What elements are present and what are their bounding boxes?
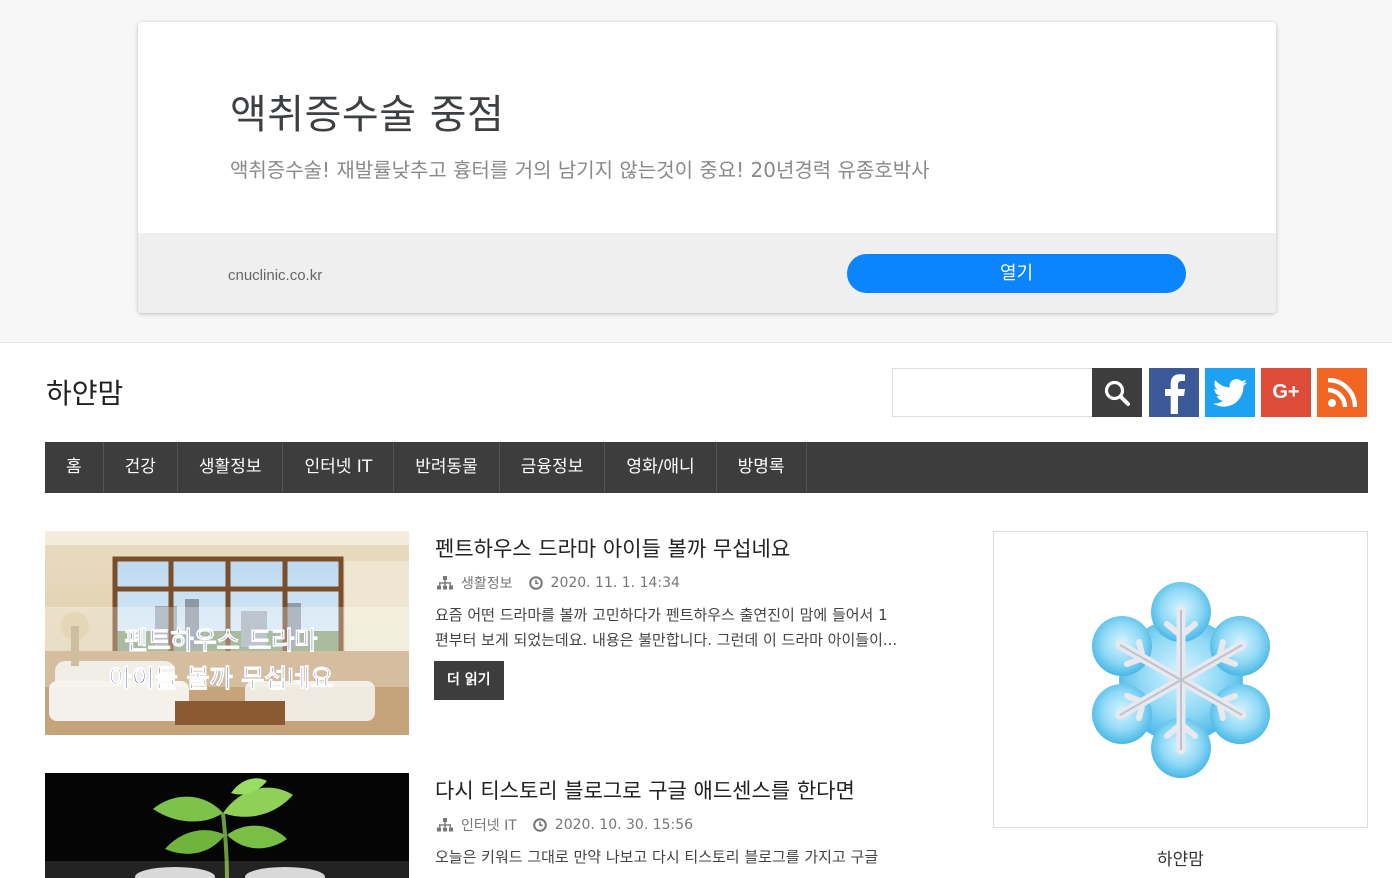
ad-card[interactable]: 액취증수술 중점 액취증수술! 재발률낮추고 흉터를 거의 남기지 않는것이 중… (138, 22, 1276, 313)
nav-item-pets[interactable]: 반려동물 (394, 442, 500, 493)
nav-item-home[interactable]: 홈 (45, 442, 104, 493)
ad-open-button[interactable]: 열기 (847, 254, 1186, 293)
excerpt-line: 편부터 보게 되었는데요. 내용은 불만합니다. 그런데 이 드라마 아이들이.… (435, 631, 898, 649)
seedling-image (45, 773, 409, 878)
ad-description[interactable]: 액취증수술! 재발률낮추고 흉터를 거의 남기지 않는것이 중요! 20년경력 … (230, 154, 930, 183)
nav-item-life-info[interactable]: 생활정보 (178, 442, 284, 493)
post-excerpt: 요즘 어떤 드라마를 볼까 고민하다가 펜트하우스 출연진이 맘에 들어서 1 … (435, 603, 955, 653)
nav-item-finance[interactable]: 금융정보 (500, 442, 606, 493)
living-room-image: 펜트하우스 드라마 아이들 볼까 무섭네요 (45, 531, 409, 735)
google-plus-icon: G+ (1272, 381, 1300, 403)
ad-title[interactable]: 액취증수술 중점 (230, 82, 504, 140)
profile-image-box[interactable] (993, 531, 1368, 828)
post-date: 2020. 11. 1. 14:34 (550, 575, 680, 591)
clock-icon (532, 818, 547, 832)
clock-icon (528, 576, 543, 590)
post-meta: 생활정보 2020. 11. 1. 14:34 (437, 573, 680, 593)
rss-button[interactable] (1317, 368, 1367, 417)
category-icon (437, 818, 453, 832)
snowflake-icon (1091, 581, 1270, 778)
post-thumbnail[interactable]: 펜트하우스 드라마 아이들 볼까 무섭네요 (45, 531, 409, 735)
thumb-caption-line1: 펜트하우스 드라마 (125, 626, 318, 655)
post-title[interactable]: 펜트하우스 드라마 아이들 볼까 무섭네요 (435, 533, 790, 563)
twitter-button[interactable] (1205, 368, 1255, 417)
search-icon (1104, 380, 1130, 406)
ad-banner: 액취증수술 중점 액취증수술! 재발률낮추고 흉터를 거의 남기지 않는것이 중… (0, 0, 1392, 343)
post-meta: 인터넷 IT 2020. 10. 30. 15:56 (437, 815, 693, 835)
excerpt-line: 요즘 어떤 드라마를 볼까 고민하다가 펜트하우스 출연진이 맘에 들어서 1 (435, 606, 888, 624)
thumb-caption-line2: 아이들 볼까 무섭네요 (109, 664, 333, 693)
post-thumbnail[interactable] (45, 773, 409, 878)
facebook-icon (1165, 373, 1185, 414)
post-item: 펜트하우스 드라마 아이들 볼까 무섭네요 펜트하우스 드라마 아이들 볼까 무… (45, 531, 965, 736)
read-more-button[interactable]: 더 읽기 (434, 661, 504, 700)
search-input[interactable] (892, 368, 1092, 417)
twitter-icon (1213, 378, 1247, 407)
post-category[interactable]: 인터넷 IT (461, 815, 517, 835)
post-category[interactable]: 생활정보 (461, 573, 513, 593)
rss-icon (1327, 377, 1357, 407)
nav-item-health[interactable]: 건강 (104, 442, 178, 493)
main-nav: 홈 건강 생활정보 인터넷 IT 반려동물 금융정보 영화/애니 방명록 (45, 442, 1368, 493)
excerpt-line: 오늘은 키워드 그대로 만약 나보고 다시 티스토리 블로그를 가지고 구글 (435, 848, 879, 866)
post-item: 다시 티스토리 블로그로 구글 애드센스를 한다면 인터넷 IT 2020. 1… (45, 773, 965, 878)
facebook-button[interactable] (1149, 368, 1199, 417)
nav-item-internet-it[interactable]: 인터넷 IT (283, 442, 395, 493)
ad-url[interactable]: cnuclinic.co.kr (228, 267, 322, 284)
google-plus-button[interactable]: G+ (1261, 368, 1311, 417)
search-button[interactable] (1092, 368, 1142, 417)
nav-item-movies[interactable]: 영화/애니 (605, 442, 717, 493)
post-excerpt: 오늘은 키워드 그대로 만약 나보고 다시 티스토리 블로그를 가지고 구글 (435, 845, 955, 870)
post-date: 2020. 10. 30. 15:56 (554, 817, 694, 833)
category-icon (437, 576, 453, 590)
site-title[interactable]: 하얀맘 (46, 372, 123, 412)
profile-name[interactable]: 하얀맘 (993, 845, 1368, 870)
post-title[interactable]: 다시 티스토리 블로그로 구글 애드센스를 한다면 (435, 775, 855, 805)
ad-footer: cnuclinic.co.kr 열기 (138, 233, 1276, 313)
nav-item-guestbook[interactable]: 방명록 (717, 442, 807, 493)
